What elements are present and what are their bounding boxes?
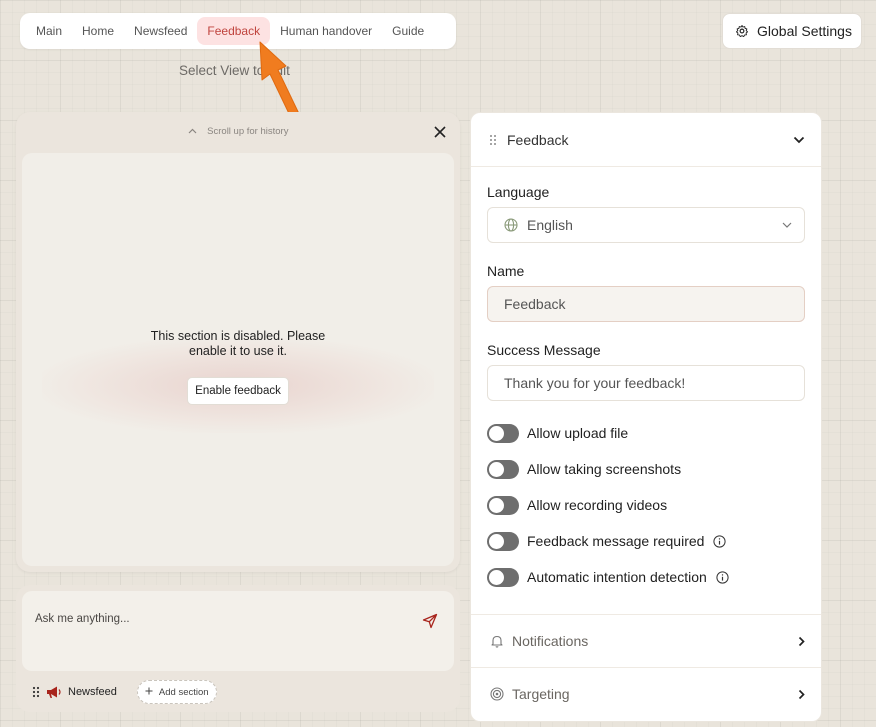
allow-upload-file-toggle[interactable] [487,423,519,443]
tab-home[interactable]: Home [72,17,124,45]
language-select[interactable]: English [487,207,805,243]
toggle-row: Automatic intention detection [487,559,805,595]
info-icon[interactable] [716,570,729,584]
feedback-section-header[interactable]: Feedback [471,113,821,167]
chevron-down-icon[interactable] [793,136,805,144]
disabled-message: This section is disabled. Please enable … [22,329,454,359]
chevron-right-icon [798,689,805,699]
disabled-message-line2: enable it to use it. [189,344,287,358]
chat-composer: Ask me anything... Newsfeed Add section [16,585,460,712]
success-message-input[interactable]: Thank you for your feedback! [487,365,805,401]
toggle-label: Automatic intention detection [527,569,707,585]
drag-handle-icon[interactable] [489,134,497,146]
chevron-down-icon [782,222,792,228]
language-value: English [527,217,573,233]
add-section-button[interactable]: Add section [136,680,217,704]
bell-icon [491,635,503,648]
plus-icon [145,687,153,698]
enable-feedback-button[interactable]: Enable feedback [187,377,289,405]
toggle-list: Allow upload file Allow taking screensho… [487,415,805,595]
toggle-row: Allow upload file [487,415,805,451]
toggle-row: Allow taking screenshots [487,451,805,487]
toggle-row: Allow recording videos [487,487,805,523]
toggle-label: Allow recording videos [527,497,668,513]
send-icon[interactable] [422,613,438,629]
scroll-hint-label: Scroll up for history [207,126,289,137]
feedback-message-required-toggle[interactable] [487,531,519,551]
allow-screenshots-toggle[interactable] [487,459,519,479]
chat-placeholder: Ask me anything... [35,613,130,625]
section-chip-newsfeed[interactable]: Newsfeed [68,686,117,698]
name-input[interactable]: Feedback [487,286,805,322]
targeting-section[interactable]: Targeting [471,667,821,720]
toggle-label: Allow upload file [527,425,629,441]
toggle-label: Allow taking screenshots [527,461,682,477]
add-section-label: Add section [158,686,209,698]
scroll-history-hint[interactable]: Scroll up for history [16,126,460,137]
chat-input[interactable]: Ask me anything... [22,591,454,671]
global-settings-button[interactable]: Global Settings [722,13,862,49]
tab-newsfeed[interactable]: Newsfeed [124,17,197,45]
target-icon [490,687,504,701]
notifications-section[interactable]: Notifications [471,614,821,667]
view-tabs: Main Home Newsfeed Feedback Human handov… [20,13,456,49]
section-title: Feedback [507,131,569,148]
tab-guide[interactable]: Guide [382,17,434,45]
gear-icon [735,24,749,38]
name-label: Name [487,263,525,279]
language-label: Language [487,184,550,200]
globe-icon [504,218,518,232]
chevron-up-icon [188,126,197,137]
disabled-message-line1: This section is disabled. Please [150,329,326,343]
chevron-right-icon [798,636,805,646]
info-icon[interactable] [713,534,727,548]
targeting-label: Targeting [512,686,570,702]
drag-handle-icon[interactable] [32,686,40,698]
global-settings-label: Global Settings [757,23,852,39]
widget-preview: Scroll up for history This section is di… [16,112,460,572]
tab-main[interactable]: Main [26,17,72,45]
automatic-intention-detection-toggle[interactable] [487,567,519,587]
toggle-row: Feedback message required [487,523,805,559]
feedback-settings-panel: Feedback Language English Name Feedback … [470,112,822,722]
close-icon[interactable] [432,124,448,140]
preview-content: This section is disabled. Please enable … [22,153,454,566]
toggle-label: Feedback message required [527,533,705,549]
allow-recording-videos-toggle[interactable] [487,495,519,515]
chat-footer: Newsfeed Add section [32,680,217,704]
notifications-label: Notifications [512,633,589,649]
success-message-label: Success Message [487,342,601,358]
megaphone-icon [47,686,61,698]
